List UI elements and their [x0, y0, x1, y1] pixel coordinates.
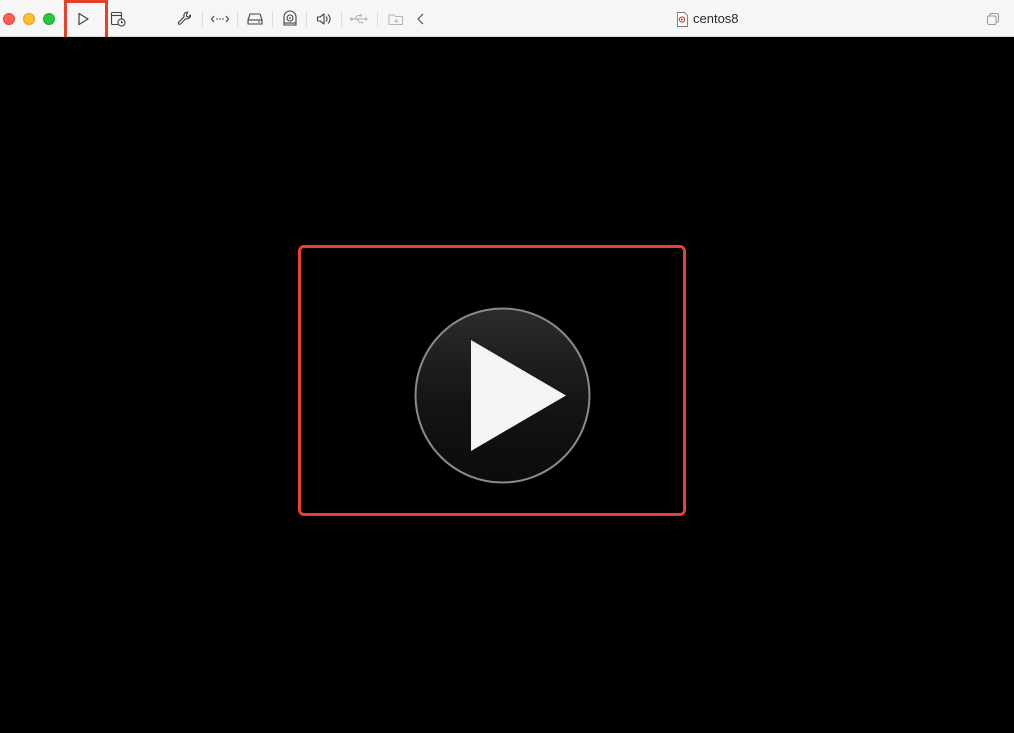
toolbar-separator	[202, 11, 203, 27]
speaker-icon	[316, 13, 331, 25]
usb-icon	[350, 14, 368, 24]
toolbar-separator	[341, 11, 342, 27]
shared-folder-icon	[388, 14, 404, 26]
sound-button[interactable]	[314, 9, 334, 29]
settings-button[interactable]	[175, 9, 195, 29]
collapse-toolbar-button[interactable]	[411, 9, 431, 29]
snapshot-clock-icon	[110, 11, 126, 27]
usb-button[interactable]	[349, 9, 369, 29]
toolbar-separator	[377, 11, 378, 27]
play-icon	[414, 307, 591, 484]
minimize-window-button[interactable]	[23, 13, 35, 25]
toolbar-separator	[272, 11, 273, 27]
start-vm-overlay-button[interactable]	[414, 307, 591, 484]
chevron-left-icon	[417, 13, 424, 25]
toolbar-separator	[237, 11, 238, 27]
shared-folders-button[interactable]	[386, 9, 406, 29]
toolbar-separator	[306, 11, 307, 27]
wrench-icon	[177, 11, 192, 25]
optical-drive-button[interactable]	[280, 9, 300, 29]
window-title-text: centos8	[693, 11, 739, 26]
network-button[interactable]	[210, 9, 230, 29]
zoom-window-button[interactable]	[43, 13, 55, 25]
vm-document-icon	[677, 11, 688, 27]
window-mode-button[interactable]	[983, 9, 1003, 29]
overlap-windows-icon	[987, 13, 999, 25]
title-bar: centos8	[0, 0, 1014, 37]
network-arrows-icon	[210, 15, 230, 23]
snapshot-button[interactable]	[108, 9, 128, 29]
optical-drive-icon	[283, 10, 297, 26]
window-title: centos8	[676, 10, 739, 28]
close-window-button[interactable]	[3, 13, 15, 25]
vm-window: centos8	[0, 0, 1014, 733]
hard-disk-icon	[247, 13, 263, 25]
hard-disk-button[interactable]	[245, 9, 265, 29]
